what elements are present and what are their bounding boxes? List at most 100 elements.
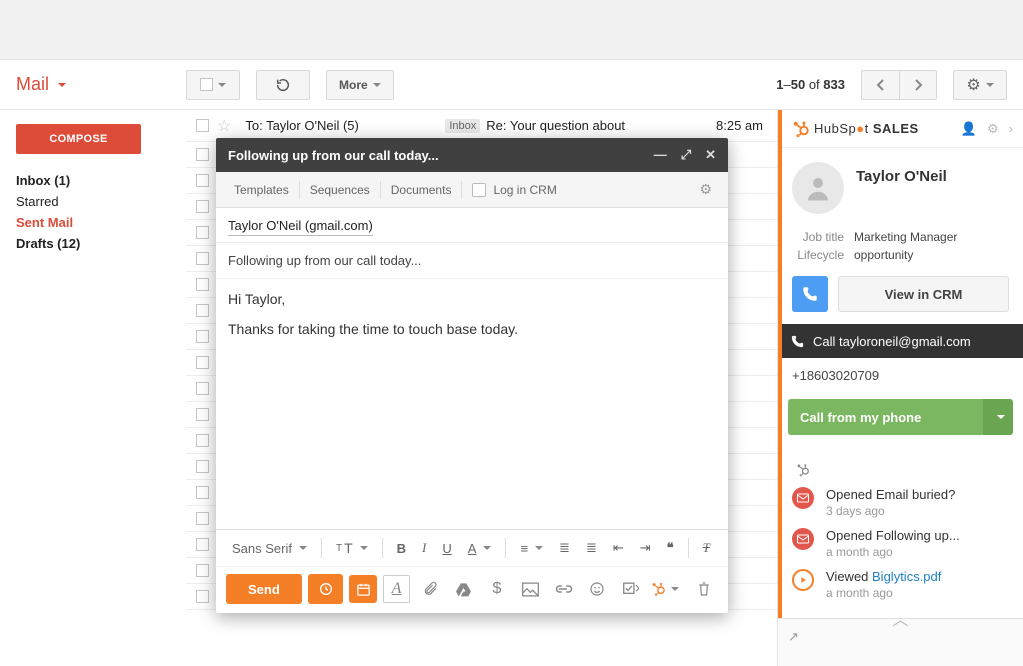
align-icon: ≡ (520, 541, 528, 556)
compose-body[interactable]: Hi Taylor, Thanks for taking the time to… (216, 279, 728, 529)
timeline-item[interactable]: Opened Email buried? 3 days ago (792, 487, 1023, 518)
money-button[interactable]: $ (483, 575, 510, 603)
call-button[interactable] (792, 276, 828, 312)
contact-card: Taylor O'Neil (778, 148, 1023, 228)
attach-button[interactable] (416, 575, 443, 603)
drive-button[interactable] (450, 575, 477, 603)
row-checkbox[interactable] (196, 174, 209, 187)
numbered-list-button[interactable]: ≣ (553, 536, 576, 560)
calendar-button[interactable] (349, 575, 376, 603)
body-line: Thanks for taking the time to touch base… (228, 321, 716, 337)
subject-field[interactable]: Following up from our call today... (216, 243, 728, 279)
chevron-right-icon[interactable]: › (1009, 121, 1013, 136)
drive-icon (455, 582, 472, 597)
row-checkbox[interactable] (196, 200, 209, 213)
row-checkbox[interactable] (196, 330, 209, 343)
tab-templates[interactable]: Templates (224, 183, 299, 197)
row-checkbox[interactable] (196, 512, 209, 525)
row-checkbox[interactable] (196, 252, 209, 265)
mail-dropdown[interactable]: Mail (16, 74, 186, 95)
tab-documents[interactable]: Documents (381, 183, 462, 197)
nav-starred[interactable]: Starred (16, 191, 186, 212)
underline-button[interactable]: U (436, 537, 457, 560)
compose-header[interactable]: Following up from our call today... — ⤢ … (216, 138, 728, 172)
text-color-button[interactable]: A (462, 537, 498, 560)
row-checkbox[interactable] (196, 304, 209, 317)
gear-icon[interactable]: ⚙ (987, 121, 999, 137)
nav-inbox[interactable]: Inbox (1) (16, 170, 186, 191)
caret-down-icon (218, 83, 226, 87)
bulleted-list-button[interactable]: ≣ (580, 536, 603, 560)
row-checkbox[interactable] (196, 590, 209, 603)
view-in-crm-button[interactable]: View in CRM (838, 276, 1009, 312)
row-checkbox[interactable] (196, 226, 209, 239)
more-button[interactable]: More (326, 70, 394, 100)
schedule-send-button[interactable] (308, 574, 344, 604)
minimize-icon[interactable]: — (654, 147, 667, 163)
timeline-item[interactable]: Opened Following up... a month ago (792, 528, 1023, 559)
font-size-button[interactable]: TT (330, 536, 374, 560)
send-button[interactable]: Send (226, 574, 302, 604)
row-checkbox[interactable] (196, 486, 209, 499)
text-format-button[interactable]: A (383, 575, 411, 603)
chevron-up-icon[interactable]: ︿ (892, 606, 908, 630)
select-all-checkbox[interactable] (186, 70, 240, 100)
clock-icon (318, 581, 334, 597)
row-checkbox[interactable] (196, 356, 209, 369)
close-icon[interactable]: ✕ (705, 147, 716, 163)
nav-drafts[interactable]: Drafts (12) (16, 233, 186, 254)
call-from-phone-button[interactable]: Call from my phone (788, 399, 983, 435)
timeline-item[interactable]: Viewed Biglytics.pdf a month ago (792, 569, 1023, 600)
quote-button[interactable]: ❝ (661, 536, 680, 560)
row-checkbox[interactable] (196, 119, 209, 132)
call-from-dropdown[interactable] (983, 399, 1013, 435)
italic-button[interactable]: I (416, 536, 432, 560)
popout-icon[interactable]: ↗ (788, 629, 799, 645)
settings-button[interactable]: ⚙ (953, 70, 1007, 100)
row-checkbox[interactable] (196, 564, 209, 577)
nav-sent[interactable]: Sent Mail (16, 212, 186, 233)
next-page-button[interactable] (899, 70, 937, 100)
timeline-title: Opened Following up... (826, 528, 960, 543)
indent-more-button[interactable]: ⇥ (634, 536, 657, 560)
bottom-panel[interactable]: ︿ ↗ (778, 618, 1023, 666)
to-field[interactable]: Taylor O'Neil (gmail.com) (216, 208, 728, 243)
indent-less-button[interactable]: ⇤ (607, 536, 630, 560)
log-in-crm-toggle[interactable]: Log in CRM (472, 183, 556, 197)
document-link[interactable]: Biglytics.pdf (872, 569, 941, 584)
emoji-button[interactable] (584, 575, 611, 603)
refresh-button[interactable] (256, 70, 310, 100)
user-icon[interactable]: 👤 (961, 121, 977, 137)
font-family-select[interactable]: Sans Serif (226, 537, 313, 560)
row-checkbox[interactable] (196, 434, 209, 447)
prev-page-button[interactable] (861, 70, 899, 100)
compose-button[interactable]: COMPOSE (16, 124, 141, 154)
row-checkbox[interactable] (196, 382, 209, 395)
insert-link-button[interactable] (550, 575, 577, 603)
call-email-bar[interactable]: Call tayloroneil@gmail.com (778, 324, 1023, 358)
timeline-sub: a month ago (826, 545, 960, 559)
row-checkbox[interactable] (196, 148, 209, 161)
hubspot-button[interactable] (651, 575, 679, 603)
task-button[interactable] (617, 575, 644, 603)
phone-icon (790, 334, 805, 349)
discard-button[interactable] (691, 575, 718, 603)
document-view-icon (792, 569, 814, 591)
compose-settings-button[interactable]: ⚙ (691, 181, 720, 198)
email-open-icon (792, 487, 814, 509)
align-button[interactable]: ≡ (514, 537, 549, 560)
recipient-chip[interactable]: Taylor O'Neil (gmail.com) (228, 216, 373, 236)
timeline-item[interactable] (792, 459, 1023, 477)
tab-sequences[interactable]: Sequences (300, 183, 380, 197)
star-icon[interactable]: ☆ (217, 116, 231, 136)
row-checkbox[interactable] (196, 278, 209, 291)
row-checkbox[interactable] (196, 538, 209, 551)
row-checkbox[interactable] (196, 408, 209, 421)
bold-button[interactable]: B (391, 537, 412, 560)
timeline-title: Opened Email buried? (826, 487, 955, 502)
expand-icon[interactable]: ⤢ (681, 147, 691, 163)
insert-photo-button[interactable] (517, 575, 544, 603)
remove-format-button[interactable]: T (697, 536, 716, 560)
phone-number[interactable]: +18603020709 (778, 358, 1023, 393)
row-checkbox[interactable] (196, 460, 209, 473)
